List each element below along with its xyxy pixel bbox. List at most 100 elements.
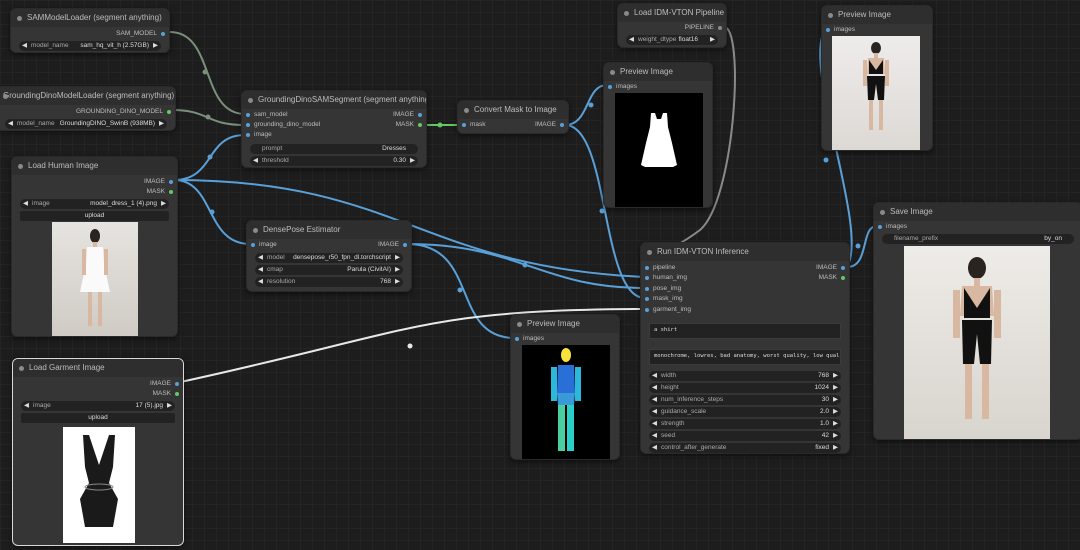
arrow-left-icon[interactable]: ◀: [258, 265, 263, 275]
output-image[interactable]: IMAGE: [378, 240, 411, 250]
input-image[interactable]: image: [247, 240, 277, 250]
arrow-left-icon[interactable]: ◀: [652, 407, 657, 417]
resolution-stepper[interactable]: ◀ resolution 768 ▶: [255, 277, 403, 287]
arrow-right-icon[interactable]: ▶: [833, 383, 838, 393]
output-mask[interactable]: MASK: [12, 187, 177, 197]
threshold-stepper[interactable]: ◀ threshold 0.30 ▶: [250, 156, 418, 166]
node-title[interactable]: Save Image: [874, 203, 1080, 221]
arrow-left-icon[interactable]: ◀: [8, 119, 13, 129]
arrow-right-icon[interactable]: ▶: [833, 371, 838, 381]
arrow-left-icon[interactable]: ◀: [652, 395, 657, 405]
output-image[interactable]: IMAGE: [535, 120, 568, 130]
arrow-right-icon[interactable]: ▶: [833, 407, 838, 417]
input-sam-model[interactable]: sam_model: [242, 110, 288, 120]
load-idm-pipeline-node[interactable]: Load IDM-VTON Pipeline PIPELINE ◀ weight…: [617, 3, 727, 48]
node-title[interactable]: Run IDM-VTON Inference: [641, 243, 849, 261]
output-pipeline[interactable]: PIPELINE: [618, 23, 726, 33]
arrow-right-icon[interactable]: ▶: [833, 443, 838, 453]
arrow-right-icon[interactable]: ▶: [161, 199, 166, 209]
node-title[interactable]: GroundingDinoSAMSegment (segment anythin…: [242, 91, 426, 109]
arrow-left-icon[interactable]: ◀: [629, 35, 634, 45]
input-grounding-dino-model[interactable]: grounding_dino_model: [242, 120, 320, 130]
save-image-node[interactable]: Save Image images filename_prefix by_on: [873, 202, 1080, 440]
node-title[interactable]: Load Garment Image: [13, 359, 183, 377]
output-mask[interactable]: MASK: [13, 389, 183, 399]
input-human-img[interactable]: human_img: [641, 273, 687, 283]
node-title[interactable]: Preview Image: [604, 63, 712, 81]
grounding-dino-sam-segment-node[interactable]: GroundingDinoSAMSegment (segment anythin…: [241, 90, 427, 168]
filename-prefix-field[interactable]: filename_prefix by_on: [882, 234, 1074, 244]
arrow-right-icon[interactable]: ▶: [833, 419, 838, 429]
model-name-combo[interactable]: ◀ model_name sam_hq_vit_h (2.57GB) ▶: [19, 41, 161, 51]
arrow-left-icon[interactable]: ◀: [652, 419, 657, 429]
arrow-right-icon[interactable]: ▶: [395, 253, 400, 263]
model-combo[interactable]: ◀ model densepose_r50_fpn_dl.torchscript…: [255, 253, 403, 263]
arrow-right-icon[interactable]: ▶: [395, 277, 400, 287]
output-image[interactable]: IMAGE: [12, 177, 177, 187]
grounding-dino-loader-node[interactable]: GroundingDinoModelLoader (segment anythi…: [0, 86, 176, 131]
input-garment-img[interactable]: garment_img: [641, 305, 691, 315]
arrow-left-icon[interactable]: ◀: [652, 371, 657, 381]
arrow-right-icon[interactable]: ▶: [153, 41, 158, 51]
convert-mask-node[interactable]: Convert Mask to Image mask IMAGE: [457, 100, 569, 134]
node-title[interactable]: Convert Mask to Image: [458, 101, 568, 119]
model-name-combo[interactable]: ◀ model_name GroundingDINO_SwinB (938MB)…: [5, 119, 167, 129]
node-title[interactable]: Load Human Image: [12, 157, 177, 175]
arrow-left-icon[interactable]: ◀: [652, 443, 657, 453]
input-images[interactable]: images: [511, 334, 619, 344]
weight-dtype-combo[interactable]: ◀ weight_dtype float16 ▶: [626, 35, 718, 45]
arrow-right-icon[interactable]: ▶: [395, 265, 400, 275]
output-image[interactable]: IMAGE: [13, 379, 183, 389]
output-image[interactable]: IMAGE: [393, 110, 426, 120]
negative-prompt-textarea[interactable]: monochrome, lowres, bad anatomy, worst q…: [649, 349, 841, 365]
strength-stepper[interactable]: ◀ strength 1.0 ▶: [649, 419, 841, 429]
input-pipeline[interactable]: pipeline: [641, 263, 675, 273]
input-pose-img[interactable]: pose_img: [641, 284, 681, 294]
input-image[interactable]: image: [242, 130, 272, 140]
arrow-right-icon[interactable]: ▶: [833, 395, 838, 405]
output-mask[interactable]: MASK: [819, 273, 849, 283]
arrow-left-icon[interactable]: ◀: [24, 401, 29, 411]
arrow-left-icon[interactable]: ◀: [652, 383, 657, 393]
sam-model-loader-node[interactable]: SAMModelLoader (segment anything) SAM_MO…: [10, 8, 170, 53]
node-title[interactable]: DensePose Estimator: [247, 221, 411, 239]
densepose-estimator-node[interactable]: DensePose Estimator image IMAGE ◀ model …: [246, 220, 412, 292]
arrow-left-icon[interactable]: ◀: [652, 431, 657, 441]
run-idm-vton-node[interactable]: Run IDM-VTON Inference pipeline human_im…: [640, 242, 850, 454]
seed-stepper[interactable]: ◀ seed 42 ▶: [649, 431, 841, 441]
height-stepper[interactable]: ◀ height 1024 ▶: [649, 383, 841, 393]
input-images[interactable]: images: [604, 82, 712, 92]
output-sam-model[interactable]: SAM_MODEL: [11, 29, 169, 39]
input-images[interactable]: images: [822, 25, 932, 35]
input-mask-img[interactable]: mask_img: [641, 294, 683, 304]
arrow-left-icon[interactable]: ◀: [258, 277, 263, 287]
arrow-right-icon[interactable]: ▶: [167, 401, 172, 411]
arrow-right-icon[interactable]: ▶: [410, 156, 415, 166]
input-images[interactable]: images: [874, 222, 1080, 232]
preview-pose-node[interactable]: Preview Image images: [510, 314, 620, 460]
image-combo[interactable]: ◀ image model_dress_1 (4).png ▶: [20, 199, 169, 209]
node-title[interactable]: GroundingDinoModelLoader (segment anythi…: [0, 87, 175, 105]
node-title[interactable]: Preview Image: [511, 315, 619, 333]
load-human-image-node[interactable]: Load Human Image IMAGE MASK ◀ image mode…: [11, 156, 178, 337]
node-title[interactable]: Preview Image: [822, 6, 932, 24]
arrow-left-icon[interactable]: ◀: [23, 199, 28, 209]
output-image[interactable]: IMAGE: [816, 263, 849, 273]
arrow-left-icon[interactable]: ◀: [22, 41, 27, 51]
upload-button[interactable]: upload: [20, 211, 169, 221]
input-mask[interactable]: mask: [458, 120, 486, 130]
width-stepper[interactable]: ◀ width 768 ▶: [649, 371, 841, 381]
output-mask[interactable]: MASK: [396, 120, 426, 130]
arrow-right-icon[interactable]: ▶: [833, 431, 838, 441]
preview-mask-node[interactable]: Preview Image images: [603, 62, 713, 208]
arrow-right-icon[interactable]: ▶: [159, 119, 164, 129]
prompt-field[interactable]: prompt Dresses: [250, 144, 418, 154]
output-grounding-dino-model[interactable]: GROUNDING_DINO_MODEL: [0, 107, 175, 117]
arrow-left-icon[interactable]: ◀: [253, 156, 258, 166]
guidance-scale-stepper[interactable]: ◀ guidance_scale 2.0 ▶: [649, 407, 841, 417]
arrow-left-icon[interactable]: ◀: [258, 253, 263, 263]
num-inference-steps-stepper[interactable]: ◀ num_inference_steps 30 ▶: [649, 395, 841, 405]
upload-button[interactable]: upload: [21, 413, 175, 423]
prompt-textarea[interactable]: a shirt: [649, 323, 841, 339]
image-combo[interactable]: ◀ image 17 (5).jpg ▶: [21, 401, 175, 411]
